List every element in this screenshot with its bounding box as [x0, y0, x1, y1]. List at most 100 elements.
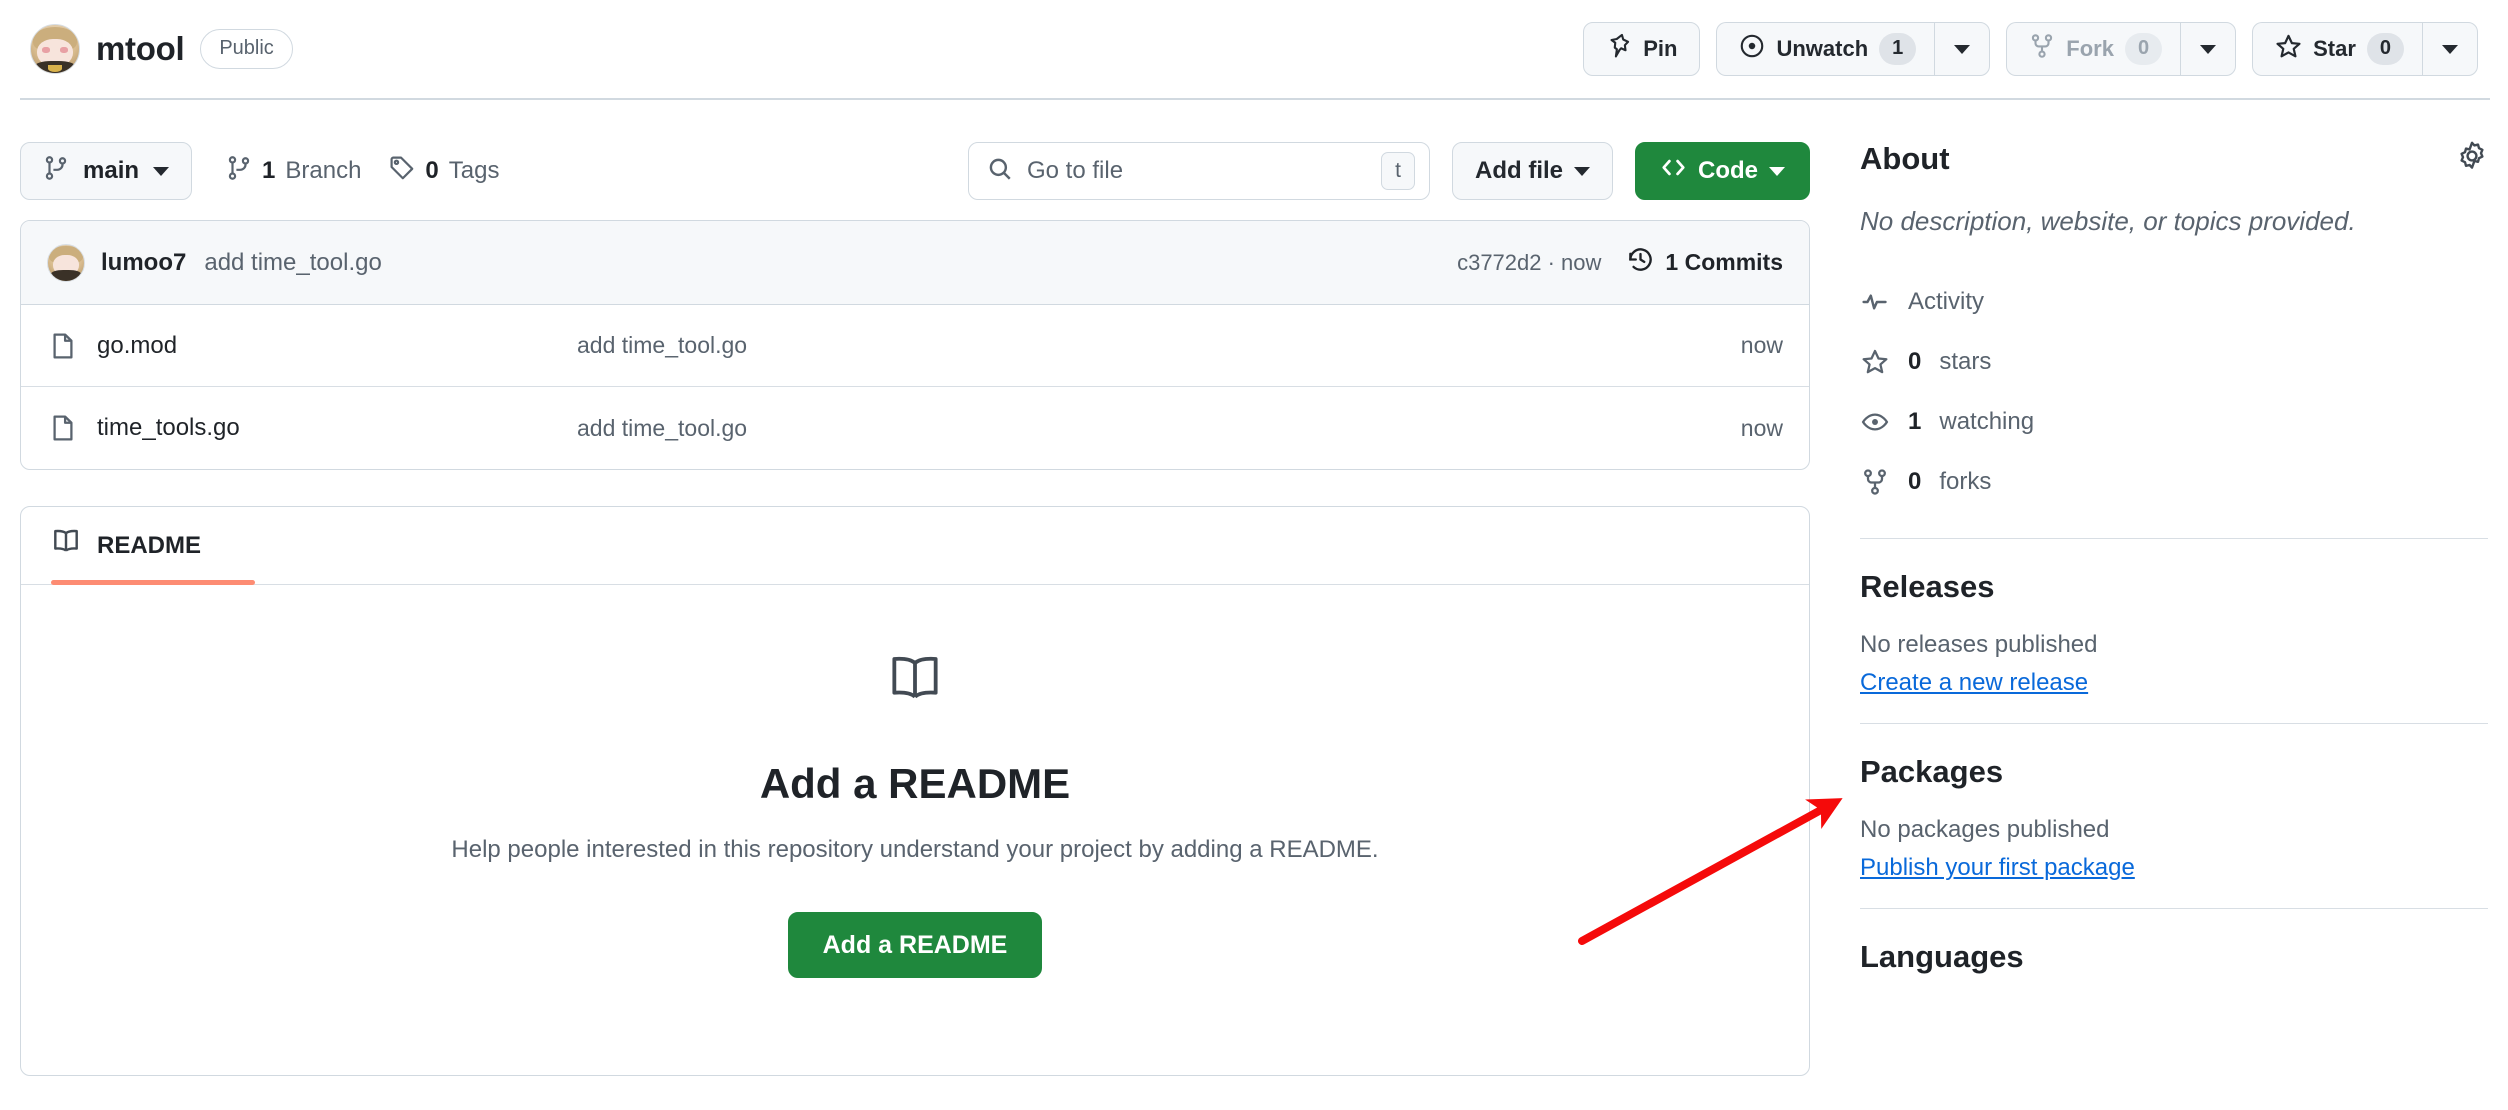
about-title: About: [1860, 141, 1950, 177]
pin-label: Pin: [1643, 36, 1677, 62]
main-column: main 1 Branch: [20, 140, 1810, 1076]
fork-count: 0: [2125, 33, 2162, 65]
tag-count-link[interactable]: 0 Tags: [389, 155, 499, 188]
commit-sha-and-time[interactable]: c3772d2 · now: [1457, 250, 1601, 276]
stat-activity-label: Activity: [1908, 288, 1984, 316]
tab-active-indicator: [51, 580, 255, 585]
stat-forks[interactable]: 0 forks: [1860, 452, 2488, 512]
search-icon: [987, 156, 1013, 187]
star-icon: [1860, 348, 1890, 376]
chevron-down-icon: [2200, 45, 2216, 54]
file-commit-message[interactable]: add time_tool.go: [577, 332, 1741, 359]
file-updated-time: now: [1741, 415, 1783, 442]
publish-package-link[interactable]: Publish your first package: [1860, 854, 2135, 882]
readme-panel: README Add a README Help people interest…: [20, 506, 1810, 1076]
search-shortcut-key: t: [1381, 152, 1415, 190]
star-icon: [2275, 33, 2302, 66]
fork-icon: [2029, 33, 2055, 65]
file-name[interactable]: time_tools.go: [97, 414, 577, 442]
packages-title: Packages: [1860, 754, 2488, 790]
sidebar: About No description, website, or topics…: [1860, 140, 2488, 975]
star-count: 0: [2367, 33, 2404, 65]
branch-count: 1: [262, 157, 275, 185]
tag-count: 0: [425, 157, 438, 185]
unwatch-button[interactable]: Unwatch 1: [1716, 22, 1934, 76]
commit-count-label: 1 Commits: [1665, 249, 1783, 276]
packages-empty-text: No packages published: [1860, 816, 2488, 844]
header-divider: [20, 98, 2490, 100]
repo-toolbar: main 1 Branch: [20, 140, 1810, 202]
stat-watching-value: 1: [1908, 408, 1921, 436]
branch-count-label: Branch: [285, 157, 361, 185]
code-button[interactable]: Code: [1635, 142, 1810, 200]
unwatch-dropdown-button[interactable]: [1934, 22, 1990, 76]
fork-button[interactable]: Fork 0: [2006, 22, 2180, 76]
table-row[interactable]: go.mod add time_tool.go now: [21, 305, 1809, 387]
visibility-badge: Public: [200, 29, 292, 69]
branch-icon: [226, 155, 252, 188]
fork-label: Fork: [2066, 36, 2114, 62]
readme-empty-state: Add a README Help people interested in t…: [21, 585, 1809, 978]
tag-count-label: Tags: [449, 157, 500, 185]
go-to-file-input[interactable]: Go to file t: [968, 142, 1430, 200]
gear-icon[interactable]: [2456, 140, 2488, 177]
book-icon: [886, 651, 944, 714]
pin-icon: [1606, 33, 1632, 65]
branch-count-link[interactable]: 1 Branch: [226, 155, 361, 188]
chevron-down-icon: [1954, 45, 1970, 54]
commit-message[interactable]: add time_tool.go: [204, 249, 381, 277]
repository-page: mtool Public Pin: [0, 0, 2508, 1110]
branch-selector-button[interactable]: main: [20, 142, 192, 200]
commit-history-link[interactable]: 1 Commits: [1627, 246, 1783, 279]
pin-button[interactable]: Pin: [1583, 22, 1700, 76]
add-readme-button[interactable]: Add a README: [788, 912, 1043, 978]
readme-empty-title: Add a README: [760, 760, 1070, 808]
sidebar-divider: [1860, 723, 2488, 724]
create-release-link[interactable]: Create a new release: [1860, 669, 2088, 697]
table-row[interactable]: time_tools.go add time_tool.go now: [21, 387, 1809, 469]
file-icon: [47, 414, 79, 442]
releases-empty-text: No releases published: [1860, 631, 2488, 659]
repository-name[interactable]: mtool: [96, 30, 184, 68]
owner-avatar[interactable]: [30, 24, 80, 74]
commit-author-name[interactable]: lumoo7: [101, 249, 186, 277]
stat-stars-value: 0: [1908, 348, 1921, 376]
book-icon: [51, 527, 81, 564]
tab-readme[interactable]: README: [51, 507, 201, 584]
stat-forks-label: forks: [1939, 468, 1991, 496]
repository-header: mtool Public Pin: [0, 0, 2508, 98]
header-actions: Pin Unwatch 1: [1583, 22, 2478, 76]
sidebar-divider: [1860, 538, 2488, 539]
code-brackets-icon: [1660, 154, 1687, 188]
stat-activity[interactable]: Activity: [1860, 272, 2488, 332]
branch-icon: [43, 155, 69, 188]
watch-count: 1: [1879, 33, 1916, 65]
readme-empty-subtitle: Help people interested in this repositor…: [451, 836, 1378, 864]
commit-author-avatar[interactable]: [47, 244, 85, 282]
file-listing: lumoo7 add time_tool.go c3772d2 · now 1 …: [20, 220, 1810, 470]
star-label: Star: [2313, 36, 2356, 62]
tab-readme-label: README: [97, 532, 201, 560]
about-header: About: [1860, 140, 2488, 177]
eye-icon: [1739, 33, 1765, 65]
star-button[interactable]: Star 0: [2252, 22, 2422, 76]
fork-icon: [1860, 468, 1890, 496]
repo-stats: Activity 0 stars 1: [1860, 272, 2488, 512]
file-icon: [47, 332, 79, 360]
file-name[interactable]: go.mod: [97, 332, 577, 360]
readme-tabbar: README: [21, 507, 1809, 585]
languages-title: Languages: [1860, 939, 2488, 975]
add-file-button[interactable]: Add file: [1452, 142, 1613, 200]
stat-forks-value: 0: [1908, 468, 1921, 496]
chevron-down-icon: [1769, 167, 1785, 176]
sidebar-divider: [1860, 908, 2488, 909]
chevron-down-icon: [2442, 45, 2458, 54]
stat-watching-label: watching: [1939, 408, 2034, 436]
stat-watching[interactable]: 1 watching: [1860, 392, 2488, 452]
eye-icon: [1860, 408, 1890, 436]
star-dropdown-button[interactable]: [2422, 22, 2478, 76]
fork-dropdown-button[interactable]: [2180, 22, 2236, 76]
stat-stars[interactable]: 0 stars: [1860, 332, 2488, 392]
fork-button-group: Fork 0: [2006, 22, 2236, 76]
file-commit-message[interactable]: add time_tool.go: [577, 415, 1741, 442]
